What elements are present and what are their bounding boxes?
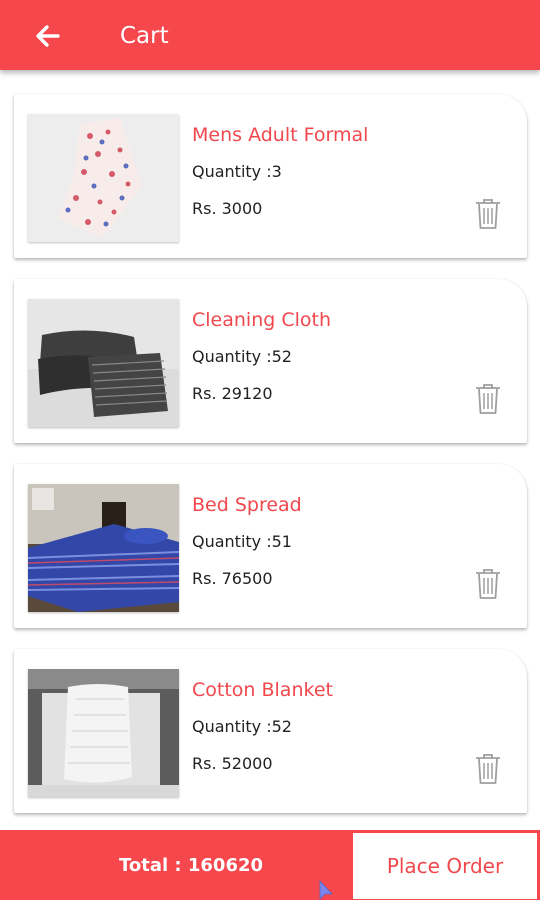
product-price: Rs. 29120	[192, 384, 273, 403]
cart-item-card[interactable]: Cotton Blanket Quantity :52 Rs. 52000	[14, 649, 527, 813]
product-image	[28, 669, 179, 797]
mouse-cursor-icon	[319, 880, 333, 900]
product-price: Rs. 52000	[192, 754, 273, 773]
product-price: Rs. 76500	[192, 569, 273, 588]
checkout-bar: Total : 160620 Place Order	[0, 830, 540, 900]
trash-icon	[476, 569, 500, 599]
page-title: Cart	[120, 23, 169, 49]
app-bar: Cart	[0, 0, 540, 70]
trash-icon	[476, 199, 500, 229]
cart-item-card[interactable]: Cleaning Cloth Quantity :52 Rs. 29120	[14, 279, 527, 443]
product-quantity: Quantity :52	[192, 347, 292, 366]
order-total: Total : 160620	[118, 854, 264, 876]
product-quantity: Quantity :3	[192, 162, 282, 181]
cart-list: Mens Adult Formal Quantity :3 Rs. 3000 C…	[0, 70, 540, 830]
delete-button[interactable]	[474, 752, 502, 786]
arrow-left-icon	[36, 25, 60, 47]
delete-button[interactable]	[474, 567, 502, 601]
cart-item-card[interactable]: Bed Spread Quantity :51 Rs. 76500	[14, 464, 527, 628]
trash-icon	[476, 754, 500, 784]
delete-button[interactable]	[474, 197, 502, 231]
trash-icon	[476, 384, 500, 414]
product-quantity: Quantity :51	[192, 532, 292, 551]
delete-button[interactable]	[474, 382, 502, 416]
product-quantity: Quantity :52	[192, 717, 292, 736]
place-order-button[interactable]: Place Order	[352, 832, 538, 900]
back-button[interactable]	[30, 18, 66, 54]
product-image	[28, 484, 179, 612]
product-name: Mens Adult Formal	[192, 124, 369, 146]
product-name: Bed Spread	[192, 494, 302, 516]
product-image	[28, 299, 179, 427]
product-price: Rs. 3000	[192, 199, 263, 218]
product-image	[28, 114, 179, 242]
product-name: Cotton Blanket	[192, 679, 333, 701]
cart-item-card[interactable]: Mens Adult Formal Quantity :3 Rs. 3000	[14, 94, 527, 258]
product-name: Cleaning Cloth	[192, 309, 332, 331]
